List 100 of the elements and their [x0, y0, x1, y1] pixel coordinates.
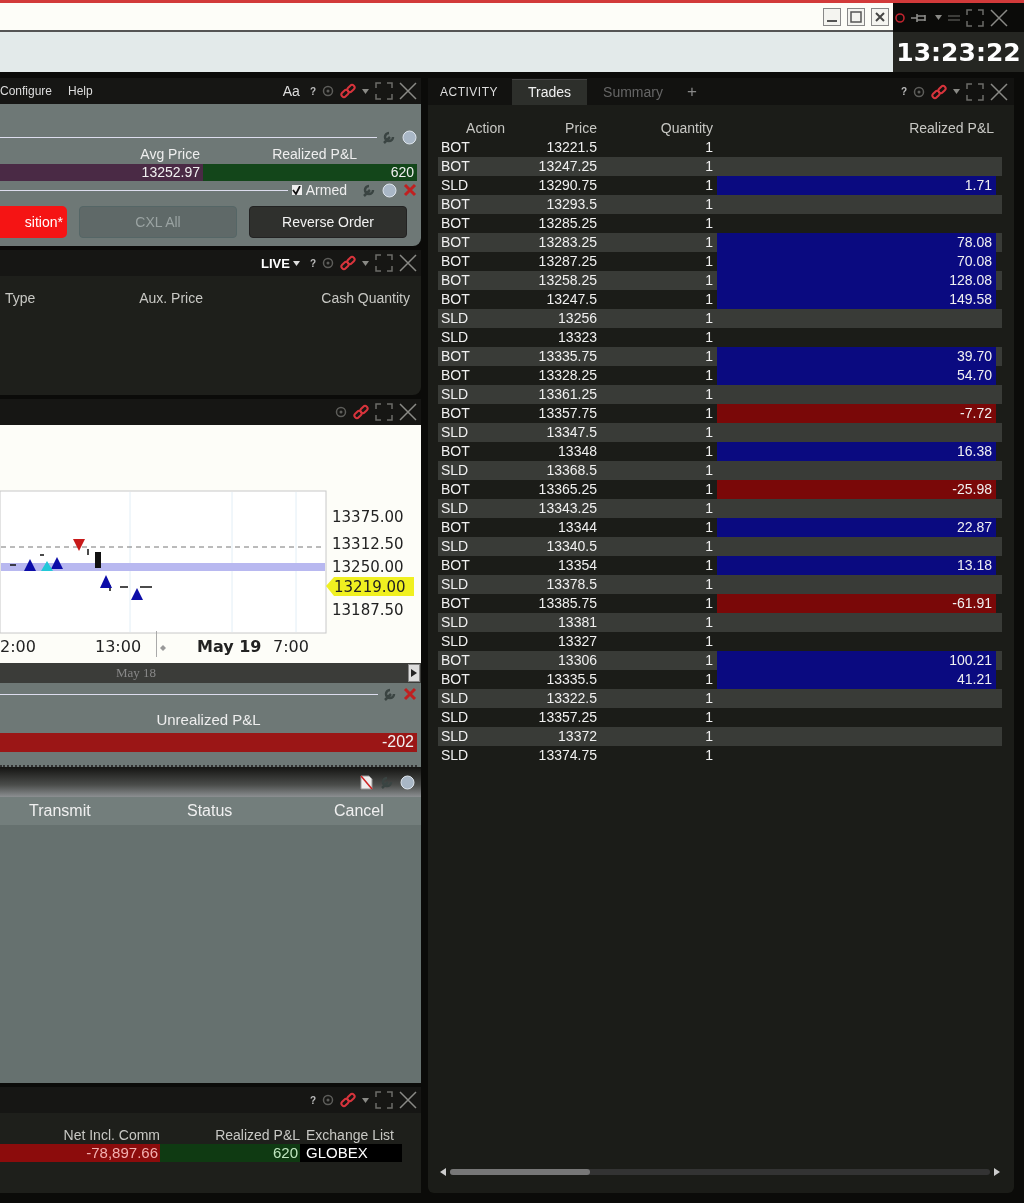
- table-cell-text: 13287.25: [537, 252, 597, 271]
- wrench-icon[interactable]: [379, 774, 394, 790]
- minimize-icon[interactable]: [823, 7, 841, 26]
- expand-icon[interactable]: [966, 8, 984, 27]
- table-cell-text: BOT: [440, 366, 471, 385]
- help-button[interactable]: ?: [900, 86, 907, 97]
- pin-icon[interactable]: [911, 12, 929, 23]
- help-button[interactable]: ?: [309, 85, 316, 97]
- expand-icon[interactable]: [375, 254, 393, 272]
- table-cell-text: 1: [704, 537, 713, 556]
- menu-item[interactable]: Configure: [0, 84, 53, 98]
- wrench-icon[interactable]: [361, 182, 376, 198]
- column-header: Avg Price: [139, 146, 200, 164]
- table-cell-text: 13258.25: [537, 271, 597, 290]
- tab[interactable]: Trades: [512, 79, 588, 105]
- close-icon[interactable]: [990, 8, 1008, 27]
- column-header: Type: [4, 290, 37, 306]
- document-icon[interactable]: [360, 774, 373, 790]
- table-cell-text: 13365.25: [537, 480, 597, 499]
- settings-icon[interactable]: [913, 85, 925, 98]
- table-cell-text: 13293.5: [545, 195, 597, 214]
- caret-icon[interactable]: [292, 260, 300, 266]
- maximize-icon[interactable]: [847, 7, 865, 26]
- scroll-right-arrow-icon[interactable]: [992, 1167, 1002, 1177]
- font-size-button[interactable]: Aa: [282, 83, 300, 99]
- axis-label: May 19: [197, 637, 262, 656]
- table-cell: 1.71: [717, 176, 996, 195]
- expand-icon[interactable]: [375, 82, 393, 100]
- settings-icon[interactable]: [322, 257, 334, 269]
- caret-icon[interactable]: [953, 89, 960, 94]
- help-button[interactable]: ?: [309, 1094, 316, 1106]
- table-cell-text: 13290.75: [537, 176, 597, 195]
- wrench-icon[interactable]: [382, 686, 397, 702]
- table-cell-text: 1: [704, 252, 713, 271]
- close-icon[interactable]: [871, 7, 889, 26]
- link-icon[interactable]: [340, 83, 356, 99]
- table-cell-text: 1: [704, 157, 713, 176]
- table-cell: -7.72: [717, 404, 996, 423]
- settings-icon[interactable]: [322, 1094, 334, 1106]
- expand-icon[interactable]: [375, 1091, 393, 1109]
- table-cell: 149.58: [717, 290, 996, 309]
- help-button[interactable]: ?: [309, 257, 316, 269]
- table-cell: 13.18: [717, 556, 996, 575]
- caret-icon[interactable]: [935, 15, 942, 20]
- table-cell-text: BOT: [440, 157, 471, 176]
- table-cell-text: SLD: [440, 537, 470, 556]
- column-header: Realized P&L: [214, 1127, 300, 1143]
- table-cell-text: SLD: [440, 423, 470, 442]
- table-cell-text: 1: [704, 575, 713, 594]
- table-cell-text: 1: [704, 594, 713, 613]
- buy-marker: [41, 561, 53, 571]
- table-cell-text: 13361.25: [537, 385, 597, 404]
- link-icon[interactable]: [340, 255, 356, 271]
- column-header: Unrealized P&L: [155, 710, 262, 730]
- close-icon[interactable]: [399, 82, 417, 100]
- wrench-icon[interactable]: [381, 129, 396, 145]
- table-cell-text: 1: [704, 518, 713, 537]
- expand-icon[interactable]: [966, 82, 984, 101]
- horizontal-scrollbar[interactable]: [438, 1165, 1002, 1179]
- table-cell-text: 13347.5: [545, 423, 597, 442]
- settings-icon[interactable]: [322, 85, 334, 97]
- link-icon[interactable]: [931, 83, 947, 100]
- table-cell-text: BOT: [440, 195, 471, 214]
- link-icon[interactable]: [340, 1092, 356, 1108]
- close-icon[interactable]: [399, 1091, 417, 1109]
- table-cell-text: 1: [704, 727, 713, 746]
- table-cell-text: 1: [704, 480, 713, 499]
- table-cell-text: 13322.5: [545, 689, 597, 708]
- close-icon[interactable]: [990, 82, 1008, 101]
- mode-dropdown[interactable]: LIVE: [261, 255, 300, 271]
- link-icon[interactable]: [353, 404, 369, 420]
- action-button[interactable]: sition*: [0, 206, 67, 238]
- table-cell-text: SLD: [440, 328, 470, 347]
- close-icon[interactable]: [399, 254, 417, 272]
- close-icon[interactable]: [399, 403, 417, 421]
- action-button[interactable]: Reverse Order: [249, 206, 407, 238]
- table-cell-text: 1: [704, 195, 713, 214]
- add-tab-button[interactable]: +: [679, 82, 705, 105]
- armed-checkbox[interactable]: [291, 185, 302, 195]
- table-cell-text: 1: [704, 138, 713, 157]
- table-cell-text: SLD: [440, 575, 470, 594]
- record-icon[interactable]: [895, 11, 905, 24]
- table-cell: -61.91: [717, 594, 996, 613]
- table-cell-text: SLD: [440, 746, 470, 765]
- clock-time: 13:23:22: [893, 32, 1024, 72]
- menu-item[interactable]: Help: [68, 84, 93, 98]
- scroll-left-arrow-icon[interactable]: [438, 1167, 448, 1177]
- help-circle-icon[interactable]: [400, 774, 415, 790]
- table-cell-text: SLD: [440, 727, 470, 746]
- value-cell: GLOBEX: [300, 1144, 402, 1162]
- table-cell-text: 1: [704, 328, 713, 347]
- table-cell-text: 1: [704, 385, 713, 404]
- table-cell-text: 1: [704, 632, 713, 651]
- settings-icon[interactable]: [335, 406, 347, 418]
- table-cell-text: SLD: [440, 708, 470, 727]
- table-cell-text: BOT: [440, 442, 471, 461]
- table-cell: 41.21: [717, 670, 996, 689]
- table-cell-text: 13328.25: [537, 366, 597, 385]
- axis-label: 13375.00: [332, 508, 404, 526]
- expand-icon[interactable]: [375, 403, 393, 421]
